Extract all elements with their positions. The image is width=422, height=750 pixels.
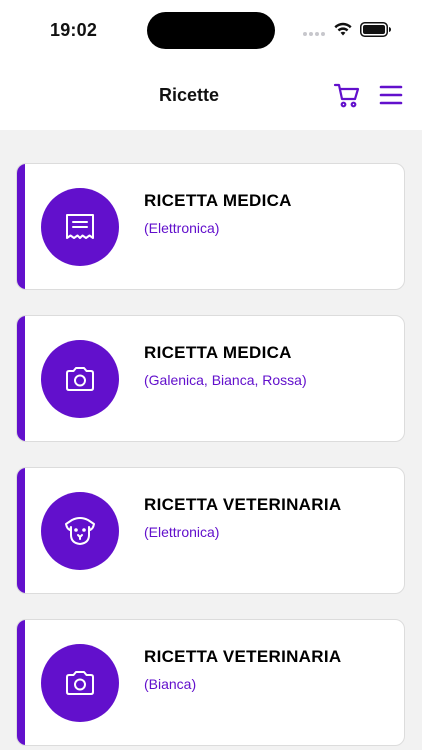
card-ricetta-medica-elettronica[interactable]: RICETTA MEDICA (Elettronica) <box>16 163 405 290</box>
card-subtitle: (Elettronica) <box>144 220 220 236</box>
battery-icon <box>360 22 391 37</box>
card-title: RICETTA MEDICA <box>144 343 292 362</box>
card-icon-circle <box>41 492 119 570</box>
dynamic-island <box>147 12 275 49</box>
card-icon-circle <box>41 340 119 418</box>
card-title: RICETTA VETERINARIA <box>144 495 342 514</box>
card-subtitle: (Galenica, Bianca, Rossa) <box>144 372 307 388</box>
card-accent-bar <box>17 164 25 289</box>
card-icon-circle <box>41 188 119 266</box>
card-ricetta-veterinaria-elettronica[interactable]: RICETTA VETERINARIA (Elettronica) <box>16 467 405 594</box>
card-accent-bar <box>17 468 25 593</box>
card-ricetta-medica-galenica[interactable]: RICETTA MEDICA (Galenica, Bianca, Rossa) <box>16 315 405 442</box>
card-title: RICETTA VETERINARIA <box>144 647 342 666</box>
camera-icon <box>66 671 94 695</box>
status-time: 19:02 <box>50 20 98 40</box>
camera-icon <box>66 367 94 391</box>
menu-icon[interactable] <box>379 84 403 106</box>
card-title: RICETTA MEDICA <box>144 191 292 210</box>
dog-icon <box>65 517 95 545</box>
card-ricetta-veterinaria-bianca[interactable]: RICETTA VETERINARIA (Bianca) <box>16 619 405 746</box>
wifi-icon <box>334 22 352 36</box>
page-title: Ricette <box>158 85 220 105</box>
card-subtitle: (Bianca) <box>144 676 197 692</box>
signal-icon <box>303 32 325 36</box>
top-bar: 19:02 Ricette <box>0 0 422 130</box>
card-icon-circle <box>41 644 119 722</box>
receipt-icon <box>66 214 94 239</box>
card-subtitle: (Elettronica) <box>144 524 220 540</box>
card-accent-bar <box>17 316 25 441</box>
card-accent-bar <box>17 620 25 745</box>
cart-icon[interactable] <box>333 82 361 110</box>
